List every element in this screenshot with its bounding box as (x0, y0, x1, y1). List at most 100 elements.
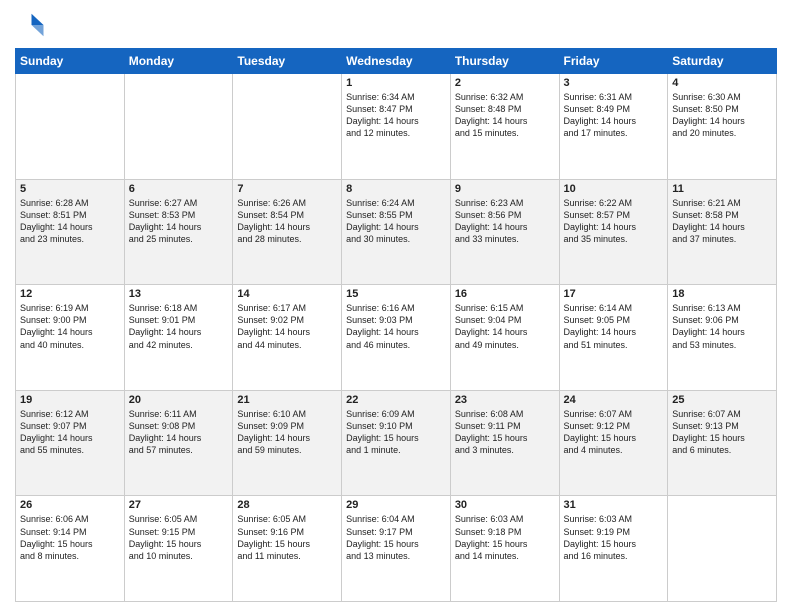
header (15, 10, 777, 40)
day-number: 1 (346, 77, 446, 89)
day-info: Sunrise: 6:32 AM Sunset: 8:48 PM Dayligh… (455, 91, 555, 140)
day-info: Sunrise: 6:34 AM Sunset: 8:47 PM Dayligh… (346, 91, 446, 140)
calendar-cell: 22 Sunrise: 6:09 AM Sunset: 9:10 PM Dayli… (342, 390, 451, 496)
day-info: Sunrise: 6:03 AM Sunset: 9:19 PM Dayligh… (564, 513, 664, 562)
calendar-cell: 17 Sunrise: 6:14 AM Sunset: 9:05 PM Dayli… (559, 285, 668, 391)
day-number: 17 (564, 288, 664, 300)
day-info: Sunrise: 6:28 AM Sunset: 8:51 PM Dayligh… (20, 197, 120, 246)
calendar-cell: 19Sunrise: 6:12 AM Sunset: 9:07 PM Dayli… (16, 390, 125, 496)
day-info: Sunrise: 6:11 AM Sunset: 9:08 PM Dayligh… (129, 408, 229, 457)
calendar-week-0: 1 Sunrise: 6:34 AM Sunset: 8:47 PM Daylig… (16, 74, 777, 180)
day-number: 29 (346, 499, 446, 511)
calendar-week-2: 12 Sunrise: 6:19 AM Sunset: 9:00 PM Dayli… (16, 285, 777, 391)
calendar-cell: 1 Sunrise: 6:34 AM Sunset: 8:47 PM Daylig… (342, 74, 451, 180)
calendar-cell: 14 Sunrise: 6:17 AM Sunset: 9:02 PM Dayli… (233, 285, 342, 391)
calendar-cell: 13 Sunrise: 6:18 AM Sunset: 9:01 PM Dayli… (124, 285, 233, 391)
calendar-cell: 7 Sunrise: 6:26 AM Sunset: 8:54 PM Daylig… (233, 179, 342, 285)
page: Sunday Monday Tuesday Wednesday Thursday… (0, 0, 792, 612)
calendar-cell: 9 Sunrise: 6:23 AM Sunset: 8:56 PM Daylig… (450, 179, 559, 285)
calendar-cell: 20Sunrise: 6:11 AM Sunset: 9:08 PM Dayli… (124, 390, 233, 496)
calendar-cell: 28Sunrise: 6:05 AM Sunset: 9:16 PM Dayli… (233, 496, 342, 602)
day-info: Sunrise: 6:13 AM Sunset: 9:06 PM Dayligh… (672, 302, 772, 351)
calendar-cell: 27 Sunrise: 6:05 AM Sunset: 9:15 PM Dayli… (124, 496, 233, 602)
day-info: Sunrise: 6:12 AM Sunset: 9:07 PM Dayligh… (20, 408, 120, 457)
day-number: 27 (129, 499, 229, 511)
calendar-cell: 4Sunrise: 6:30 AM Sunset: 8:50 PM Daylig… (668, 74, 777, 180)
day-number: 22 (346, 394, 446, 406)
day-info: Sunrise: 6:16 AM Sunset: 9:03 PM Dayligh… (346, 302, 446, 351)
day-number: 25 (672, 394, 772, 406)
day-info: Sunrise: 6:07 AM Sunset: 9:12 PM Dayligh… (564, 408, 664, 457)
calendar-cell: 30Sunrise: 6:03 AM Sunset: 9:18 PM Dayli… (450, 496, 559, 602)
day-info: Sunrise: 6:07 AM Sunset: 9:13 PM Dayligh… (672, 408, 772, 457)
day-number: 3 (564, 77, 664, 89)
col-monday: Monday (124, 49, 233, 74)
day-number: 26 (20, 499, 120, 511)
day-number: 24 (564, 394, 664, 406)
calendar-cell: 16 Sunrise: 6:15 AM Sunset: 9:04 PM Dayli… (450, 285, 559, 391)
day-number: 8 (346, 183, 446, 195)
day-number: 28 (237, 499, 337, 511)
day-info: Sunrise: 6:30 AM Sunset: 8:50 PM Dayligh… (672, 91, 772, 140)
logo (15, 10, 49, 40)
calendar-cell: 6 Sunrise: 6:27 AM Sunset: 8:53 PM Daylig… (124, 179, 233, 285)
day-info: Sunrise: 6:23 AM Sunset: 8:56 PM Dayligh… (455, 197, 555, 246)
day-number: 11 (672, 183, 772, 195)
col-wednesday: Wednesday (342, 49, 451, 74)
calendar-week-3: 19Sunrise: 6:12 AM Sunset: 9:07 PM Dayli… (16, 390, 777, 496)
day-info: Sunrise: 6:22 AM Sunset: 8:57 PM Dayligh… (564, 197, 664, 246)
day-info: Sunrise: 6:09 AM Sunset: 9:10 PM Dayligh… (346, 408, 446, 457)
calendar-cell: 12 Sunrise: 6:19 AM Sunset: 9:00 PM Dayli… (16, 285, 125, 391)
calendar-body: 1 Sunrise: 6:34 AM Sunset: 8:47 PM Daylig… (16, 74, 777, 602)
day-number: 7 (237, 183, 337, 195)
calendar-header-row: Sunday Monday Tuesday Wednesday Thursday… (16, 49, 777, 74)
calendar-cell: 26 Sunrise: 6:06 AM Sunset: 9:14 PM Dayli… (16, 496, 125, 602)
day-number: 12 (20, 288, 120, 300)
day-info: Sunrise: 6:27 AM Sunset: 8:53 PM Dayligh… (129, 197, 229, 246)
col-thursday: Thursday (450, 49, 559, 74)
day-number: 16 (455, 288, 555, 300)
calendar-cell: 29 Sunrise: 6:04 AM Sunset: 9:17 PM Dayli… (342, 496, 451, 602)
day-info: Sunrise: 6:10 AM Sunset: 9:09 PM Dayligh… (237, 408, 337, 457)
calendar-cell: 31 Sunrise: 6:03 AM Sunset: 9:19 PM Dayli… (559, 496, 668, 602)
calendar-cell: 3 Sunrise: 6:31 AM Sunset: 8:49 PM Daylig… (559, 74, 668, 180)
calendar-cell: 24 Sunrise: 6:07 AM Sunset: 9:12 PM Dayli… (559, 390, 668, 496)
day-info: Sunrise: 6:15 AM Sunset: 9:04 PM Dayligh… (455, 302, 555, 351)
day-info: Sunrise: 6:18 AM Sunset: 9:01 PM Dayligh… (129, 302, 229, 351)
day-number: 9 (455, 183, 555, 195)
day-number: 23 (455, 394, 555, 406)
day-info: Sunrise: 6:19 AM Sunset: 9:00 PM Dayligh… (20, 302, 120, 351)
day-info: Sunrise: 6:14 AM Sunset: 9:05 PM Dayligh… (564, 302, 664, 351)
day-info: Sunrise: 6:17 AM Sunset: 9:02 PM Dayligh… (237, 302, 337, 351)
day-number: 6 (129, 183, 229, 195)
day-number: 31 (564, 499, 664, 511)
day-number: 18 (672, 288, 772, 300)
day-info: Sunrise: 6:05 AM Sunset: 9:15 PM Dayligh… (129, 513, 229, 562)
calendar-cell: 25 Sunrise: 6:07 AM Sunset: 9:13 PM Dayli… (668, 390, 777, 496)
col-saturday: Saturday (668, 49, 777, 74)
day-number: 13 (129, 288, 229, 300)
day-info: Sunrise: 6:04 AM Sunset: 9:17 PM Dayligh… (346, 513, 446, 562)
day-info: Sunrise: 6:06 AM Sunset: 9:14 PM Dayligh… (20, 513, 120, 562)
col-sunday: Sunday (16, 49, 125, 74)
calendar-cell: 5Sunrise: 6:28 AM Sunset: 8:51 PM Daylig… (16, 179, 125, 285)
day-info: Sunrise: 6:31 AM Sunset: 8:49 PM Dayligh… (564, 91, 664, 140)
calendar-cell: 8 Sunrise: 6:24 AM Sunset: 8:55 PM Daylig… (342, 179, 451, 285)
day-number: 10 (564, 183, 664, 195)
day-info: Sunrise: 6:24 AM Sunset: 8:55 PM Dayligh… (346, 197, 446, 246)
calendar-cell (124, 74, 233, 180)
calendar-cell: 18 Sunrise: 6:13 AM Sunset: 9:06 PM Dayli… (668, 285, 777, 391)
calendar: Sunday Monday Tuesday Wednesday Thursday… (15, 48, 777, 602)
calendar-cell (668, 496, 777, 602)
day-info: Sunrise: 6:08 AM Sunset: 9:11 PM Dayligh… (455, 408, 555, 457)
day-info: Sunrise: 6:26 AM Sunset: 8:54 PM Dayligh… (237, 197, 337, 246)
day-info: Sunrise: 6:21 AM Sunset: 8:58 PM Dayligh… (672, 197, 772, 246)
day-number: 21 (237, 394, 337, 406)
day-number: 2 (455, 77, 555, 89)
calendar-cell: 10 Sunrise: 6:22 AM Sunset: 8:57 PM Dayli… (559, 179, 668, 285)
calendar-cell: 21 Sunrise: 6:10 AM Sunset: 9:09 PM Dayli… (233, 390, 342, 496)
calendar-cell: 11 Sunrise: 6:21 AM Sunset: 8:58 PM Dayli… (668, 179, 777, 285)
calendar-cell: 15Sunrise: 6:16 AM Sunset: 9:03 PM Dayli… (342, 285, 451, 391)
col-friday: Friday (559, 49, 668, 74)
day-number: 14 (237, 288, 337, 300)
